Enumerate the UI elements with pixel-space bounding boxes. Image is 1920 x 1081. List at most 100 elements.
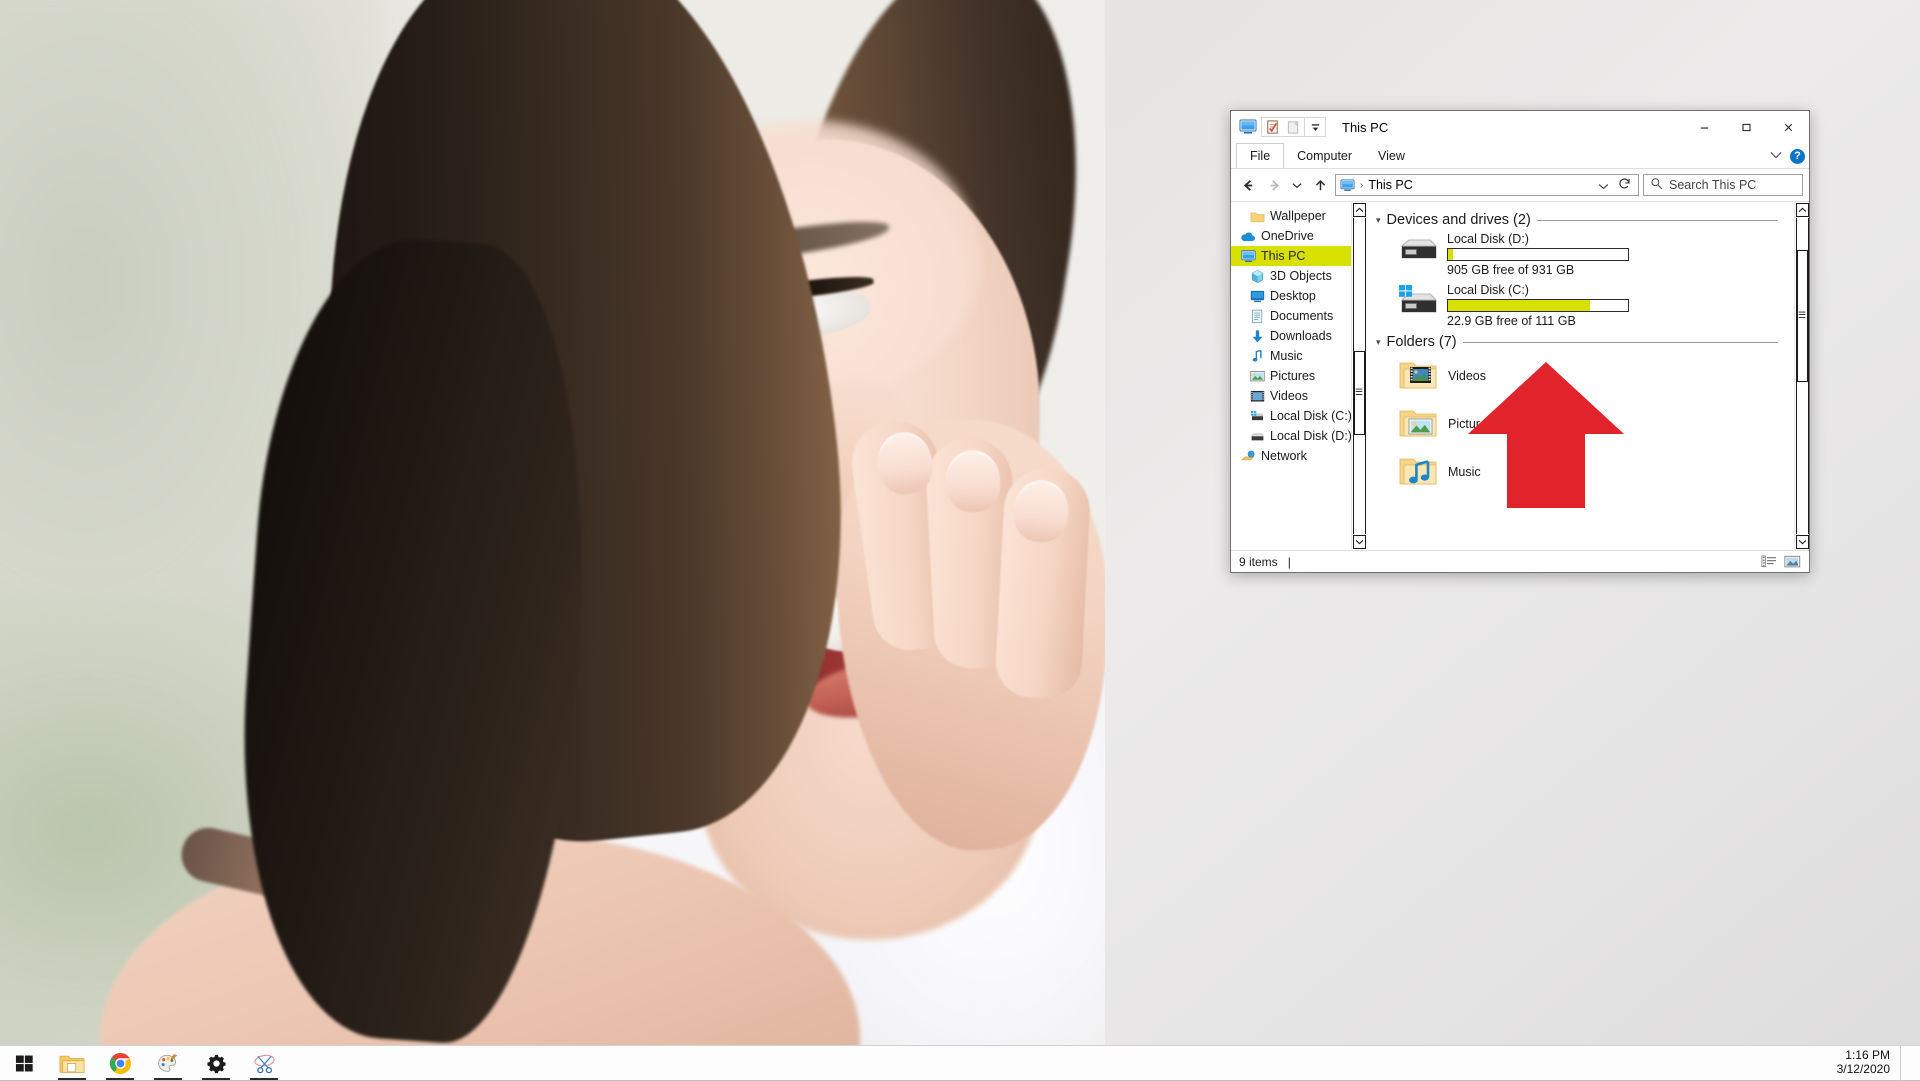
show-desktop-button[interactable] [1900,1046,1908,1081]
wallpaper-photo [0,0,1105,1045]
cloud-icon [1240,228,1256,244]
sidebar-item-label: 3D Objects [1270,269,1332,283]
content-pane[interactable]: ▾ Devices and drives (2) Local Disk (D:) [1366,202,1794,550]
ribbon-right-controls[interactable]: ? [1770,143,1805,169]
sidebar-item-local-disk-c[interactable]: Local Disk (C:) [1231,406,1351,426]
window-controls[interactable] [1683,111,1809,143]
group-header-label: Devices and drives (2) [1387,212,1531,228]
breadcrumb-separator: › [1360,180,1363,191]
chevron-up-icon[interactable] [1796,203,1809,217]
sidebar-item-label: Downloads [1270,329,1332,343]
taskbar-item-paint[interactable] [144,1046,192,1081]
sidebar-item-this-pc[interactable]: This PC [1231,246,1351,266]
computer-icon[interactable] [1239,119,1257,135]
navigation-pane[interactable]: Wallpeper OneDrive This PC [1231,202,1351,550]
maximize-button[interactable] [1725,111,1767,143]
tab-view[interactable]: View [1365,143,1418,168]
forward-button[interactable] [1263,174,1285,196]
collapse-triangle-icon[interactable]: ▾ [1376,215,1381,226]
sidebar-item-network[interactable]: Network [1231,446,1351,466]
close-button[interactable] [1767,111,1809,143]
scroll-grip-icon: ☰ [1798,311,1806,320]
sidebar-item-music[interactable]: Music [1231,346,1351,366]
drive-name: Local Disk (C:) [1447,283,1629,297]
sidebar-item-label: Music [1270,349,1303,363]
drive-item[interactable]: Local Disk (D:) 905 GB free of 931 GB [1398,232,1794,277]
music-folder-icon [1398,454,1438,490]
chevron-up-icon[interactable] [1353,203,1366,217]
scroll-thumb[interactable]: ☰ [1797,250,1808,382]
system-tray[interactable]: 1:16 PM 3/12/2020 [1827,1046,1920,1081]
quick-access-toolbar[interactable] [1231,117,1326,137]
sidebar-item-3d-objects[interactable]: 3D Objects [1231,266,1351,286]
taskbar-item-settings[interactable] [192,1046,240,1081]
clock-time: 1:16 PM [1845,1049,1890,1063]
content-pane-scrollbar[interactable]: ☰ [1794,202,1809,550]
refresh-icon[interactable] [1618,177,1631,193]
taskbar-item-file-explorer[interactable] [48,1046,96,1081]
sidebar-item-videos[interactable]: Videos [1231,386,1351,406]
scroll-thumb[interactable]: ☰ [1354,351,1365,435]
group-rule [1463,342,1778,343]
folder-item[interactable]: Music [1398,450,1794,494]
tab-computer[interactable]: Computer [1284,143,1365,168]
folder-item[interactable]: Pictures [1398,402,1794,446]
3d-objects-icon [1249,268,1265,284]
taskbar-item-google-chrome[interactable] [96,1046,144,1081]
new-folder-icon[interactable] [1283,118,1304,136]
sidebar-item-downloads[interactable]: Downloads [1231,326,1351,346]
drive-free-space: 905 GB free of 931 GB [1447,263,1629,277]
pictures-folder-icon [1398,406,1438,442]
sidebar-item-documents[interactable]: Documents [1231,306,1351,326]
disk-d-icon [1249,428,1265,444]
sidebar-item-onedrive[interactable]: OneDrive [1231,226,1351,246]
tab-file[interactable]: File [1236,143,1284,168]
navigation-bar[interactable]: › This PC Sear [1231,169,1809,201]
recent-locations-button[interactable] [1289,174,1305,196]
window-title: This PC [1342,120,1388,135]
clock-date: 3/12/2020 [1837,1063,1890,1077]
search-input[interactable]: Search This PC [1669,178,1756,192]
start-button[interactable] [0,1046,48,1081]
address-bar[interactable]: › This PC [1335,174,1639,196]
drive-item[interactable]: Local Disk (C:) 22.9 GB free of 111 GB [1398,283,1794,328]
sidebar-item-local-disk-d[interactable]: Local Disk (D:) [1231,426,1351,446]
taskbar-clock[interactable]: 1:16 PM 3/12/2020 [1827,1049,1900,1077]
search-box[interactable]: Search This PC [1643,174,1803,196]
chevron-down-icon[interactable] [1796,535,1809,549]
up-button[interactable] [1309,174,1331,196]
taskbar-item-snipping-tool[interactable] [240,1046,288,1081]
large-icons-view-icon[interactable] [1784,554,1801,569]
details-view-icon[interactable] [1760,554,1777,569]
sidebar-item-wallpeper[interactable]: Wallpeper [1231,206,1351,226]
pictures-icon [1249,368,1265,384]
computer-icon [1240,248,1256,264]
address-dropdown-icon[interactable] [1598,178,1609,193]
navigation-pane-scrollbar[interactable]: ☰ [1351,202,1366,550]
group-header-folders[interactable]: ▾ Folders (7) [1376,334,1794,350]
sidebar-item-label: Local Disk (C:) [1270,409,1351,423]
chevron-down-icon[interactable] [1353,535,1366,549]
file-explorer-window[interactable]: This PC File Computer View ? [1230,110,1810,573]
minimize-button[interactable] [1683,111,1725,143]
scroll-track[interactable]: ☰ [1353,218,1366,534]
title-bar[interactable]: This PC [1231,111,1809,143]
breadcrumb-this-pc[interactable]: This PC [1368,178,1412,192]
properties-icon[interactable] [1262,118,1283,136]
scroll-track[interactable]: ☰ [1796,218,1809,534]
back-button[interactable] [1237,174,1259,196]
documents-icon [1249,308,1265,324]
chevron-down-icon[interactable] [1304,118,1325,136]
ribbon-tab-bar[interactable]: File Computer View ? [1231,143,1809,169]
chevron-down-icon[interactable] [1770,151,1782,162]
folder-item[interactable]: Videos [1398,354,1794,398]
sidebar-item-pictures[interactable]: Pictures [1231,366,1351,386]
collapse-triangle-icon[interactable]: ▾ [1376,337,1381,348]
group-header-devices[interactable]: ▾ Devices and drives (2) [1376,212,1794,228]
hard-drive-icon [1398,232,1438,270]
quick-access-buttons[interactable] [1261,117,1326,137]
sidebar-item-desktop[interactable]: Desktop [1231,286,1351,306]
help-icon[interactable]: ? [1790,149,1805,164]
taskbar[interactable]: 1:16 PM 3/12/2020 [0,1045,1920,1080]
running-indicator [58,1078,86,1080]
